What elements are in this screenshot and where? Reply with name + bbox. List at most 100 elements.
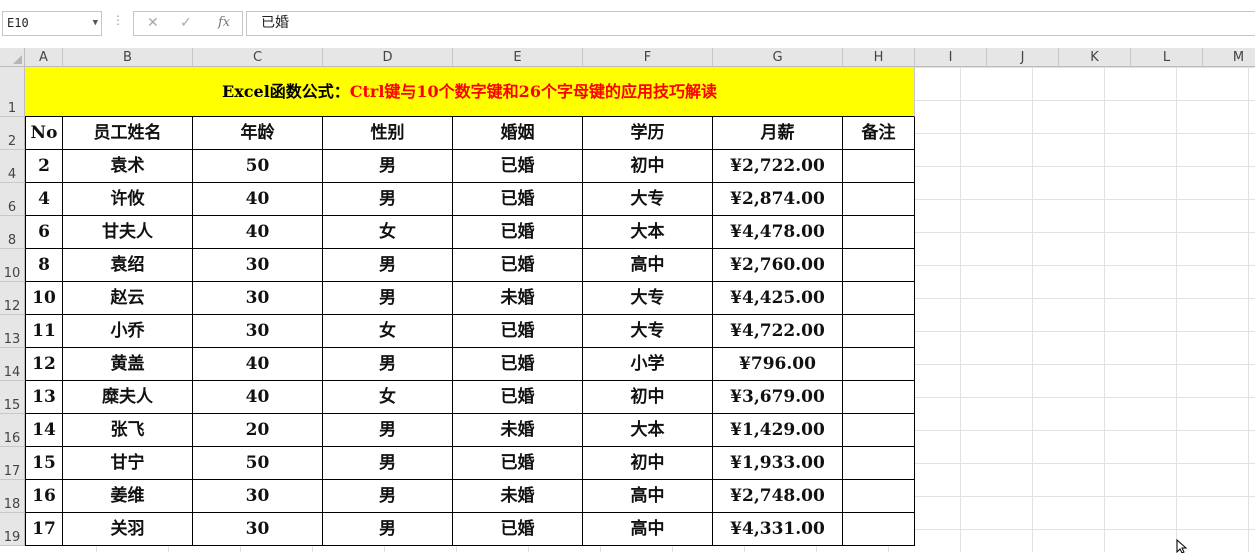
- table-header-cell[interactable]: 年龄: [193, 117, 323, 150]
- table-cell[interactable]: 已婚: [453, 381, 583, 414]
- table-cell[interactable]: 男: [323, 249, 453, 282]
- table-cell[interactable]: [843, 315, 915, 348]
- table-header-cell[interactable]: 员工姓名: [63, 117, 193, 150]
- table-cell[interactable]: 30: [193, 282, 323, 315]
- column-header-g[interactable]: G: [713, 48, 843, 67]
- table-cell[interactable]: 男: [323, 447, 453, 480]
- column-header-f[interactable]: F: [583, 48, 713, 67]
- table-cell[interactable]: 40: [193, 381, 323, 414]
- row-header-6[interactable]: 6: [0, 183, 25, 216]
- table-cell[interactable]: 未婚: [453, 282, 583, 315]
- table-cell[interactable]: 40: [193, 348, 323, 381]
- table-cell[interactable]: 已婚: [453, 183, 583, 216]
- table-cell[interactable]: ¥2,874.00: [713, 183, 843, 216]
- row-header-17[interactable]: 17: [0, 447, 25, 480]
- table-cell[interactable]: 袁绍: [63, 249, 193, 282]
- row-header-15[interactable]: 15: [0, 381, 25, 414]
- table-cell[interactable]: 高中: [583, 513, 713, 546]
- table-header-cell[interactable]: 月薪: [713, 117, 843, 150]
- row-header-19[interactable]: 19: [0, 513, 25, 546]
- table-cell[interactable]: 14: [25, 414, 63, 447]
- column-header-c[interactable]: C: [193, 48, 323, 67]
- table-cell[interactable]: 30: [193, 249, 323, 282]
- table-cell[interactable]: [843, 513, 915, 546]
- table-cell[interactable]: 大本: [583, 414, 713, 447]
- table-cell[interactable]: 赵云: [63, 282, 193, 315]
- table-cell[interactable]: 大本: [583, 216, 713, 249]
- table-cell[interactable]: ¥1,933.00: [713, 447, 843, 480]
- table-cell[interactable]: 小乔: [63, 315, 193, 348]
- table-header-cell[interactable]: 备注: [843, 117, 915, 150]
- column-header-d[interactable]: D: [323, 48, 453, 67]
- table-cell[interactable]: 小学: [583, 348, 713, 381]
- table-cell[interactable]: 已婚: [453, 513, 583, 546]
- table-cell[interactable]: [843, 216, 915, 249]
- table-cell[interactable]: 甘夫人: [63, 216, 193, 249]
- sheet-title[interactable]: Excel函数公式：Ctrl键与10个数字键和26个字母键的应用技巧解读: [25, 67, 915, 117]
- table-header-cell[interactable]: 性别: [323, 117, 453, 150]
- table-cell[interactable]: ¥2,748.00: [713, 480, 843, 513]
- table-cell[interactable]: 11: [25, 315, 63, 348]
- table-cell[interactable]: ¥2,760.00: [713, 249, 843, 282]
- table-cell[interactable]: 女: [323, 216, 453, 249]
- table-cell[interactable]: 甘宁: [63, 447, 193, 480]
- column-header-e[interactable]: E: [453, 48, 583, 67]
- insert-function-icon[interactable]: fx: [218, 15, 230, 30]
- table-cell[interactable]: 未婚: [453, 480, 583, 513]
- table-cell[interactable]: ¥796.00: [713, 348, 843, 381]
- table-cell[interactable]: 男: [323, 414, 453, 447]
- row-header-10[interactable]: 10: [0, 249, 25, 282]
- table-cell[interactable]: 4: [25, 183, 63, 216]
- table-cell[interactable]: 男: [323, 183, 453, 216]
- table-cell[interactable]: 男: [323, 480, 453, 513]
- table-cell[interactable]: 初中: [583, 381, 713, 414]
- table-cell[interactable]: 50: [193, 447, 323, 480]
- table-cell[interactable]: [843, 150, 915, 183]
- row-header-18[interactable]: 18: [0, 480, 25, 513]
- table-cell[interactable]: 8: [25, 249, 63, 282]
- table-cell[interactable]: [843, 249, 915, 282]
- column-header-m[interactable]: M: [1203, 48, 1255, 67]
- table-cell[interactable]: 未婚: [453, 414, 583, 447]
- row-header-16[interactable]: 16: [0, 414, 25, 447]
- row-header-14[interactable]: 14: [0, 348, 25, 381]
- table-cell[interactable]: 10: [25, 282, 63, 315]
- table-cell[interactable]: ¥4,722.00: [713, 315, 843, 348]
- table-cell[interactable]: 女: [323, 315, 453, 348]
- row-header-4[interactable]: 4: [0, 150, 25, 183]
- table-cell[interactable]: 男: [323, 348, 453, 381]
- table-cell[interactable]: ¥4,478.00: [713, 216, 843, 249]
- table-cell[interactable]: 初中: [583, 150, 713, 183]
- table-cell[interactable]: 黄盖: [63, 348, 193, 381]
- column-header-b[interactable]: B: [63, 48, 193, 67]
- table-cell[interactable]: 15: [25, 447, 63, 480]
- column-header-k[interactable]: K: [1059, 48, 1131, 67]
- table-cell[interactable]: [843, 183, 915, 216]
- column-header-a[interactable]: A: [25, 48, 63, 67]
- row-header-2[interactable]: 2: [0, 117, 25, 150]
- select-all-button[interactable]: [0, 48, 25, 67]
- name-box[interactable]: E10 ▼: [2, 11, 102, 36]
- chevron-down-icon[interactable]: ▼: [93, 12, 98, 35]
- row-header-12[interactable]: 12: [0, 282, 25, 315]
- table-header-cell[interactable]: No: [25, 117, 63, 150]
- formula-input[interactable]: 已婚: [246, 11, 1255, 36]
- table-cell[interactable]: 男: [323, 282, 453, 315]
- table-cell[interactable]: 张飞: [63, 414, 193, 447]
- table-cell[interactable]: 高中: [583, 480, 713, 513]
- table-cell[interactable]: ¥1,429.00: [713, 414, 843, 447]
- table-cell[interactable]: [843, 348, 915, 381]
- table-cell[interactable]: 已婚: [453, 249, 583, 282]
- row-header-13[interactable]: 13: [0, 315, 25, 348]
- column-header-l[interactable]: L: [1131, 48, 1203, 67]
- table-header-cell[interactable]: 婚姻: [453, 117, 583, 150]
- table-cell[interactable]: 已婚: [453, 447, 583, 480]
- table-cell[interactable]: 袁术: [63, 150, 193, 183]
- table-header-cell[interactable]: 学历: [583, 117, 713, 150]
- table-cell[interactable]: 初中: [583, 447, 713, 480]
- table-cell[interactable]: 12: [25, 348, 63, 381]
- table-cell[interactable]: 40: [193, 183, 323, 216]
- table-cell[interactable]: 高中: [583, 249, 713, 282]
- table-cell[interactable]: 已婚: [453, 315, 583, 348]
- table-cell[interactable]: 已婚: [453, 150, 583, 183]
